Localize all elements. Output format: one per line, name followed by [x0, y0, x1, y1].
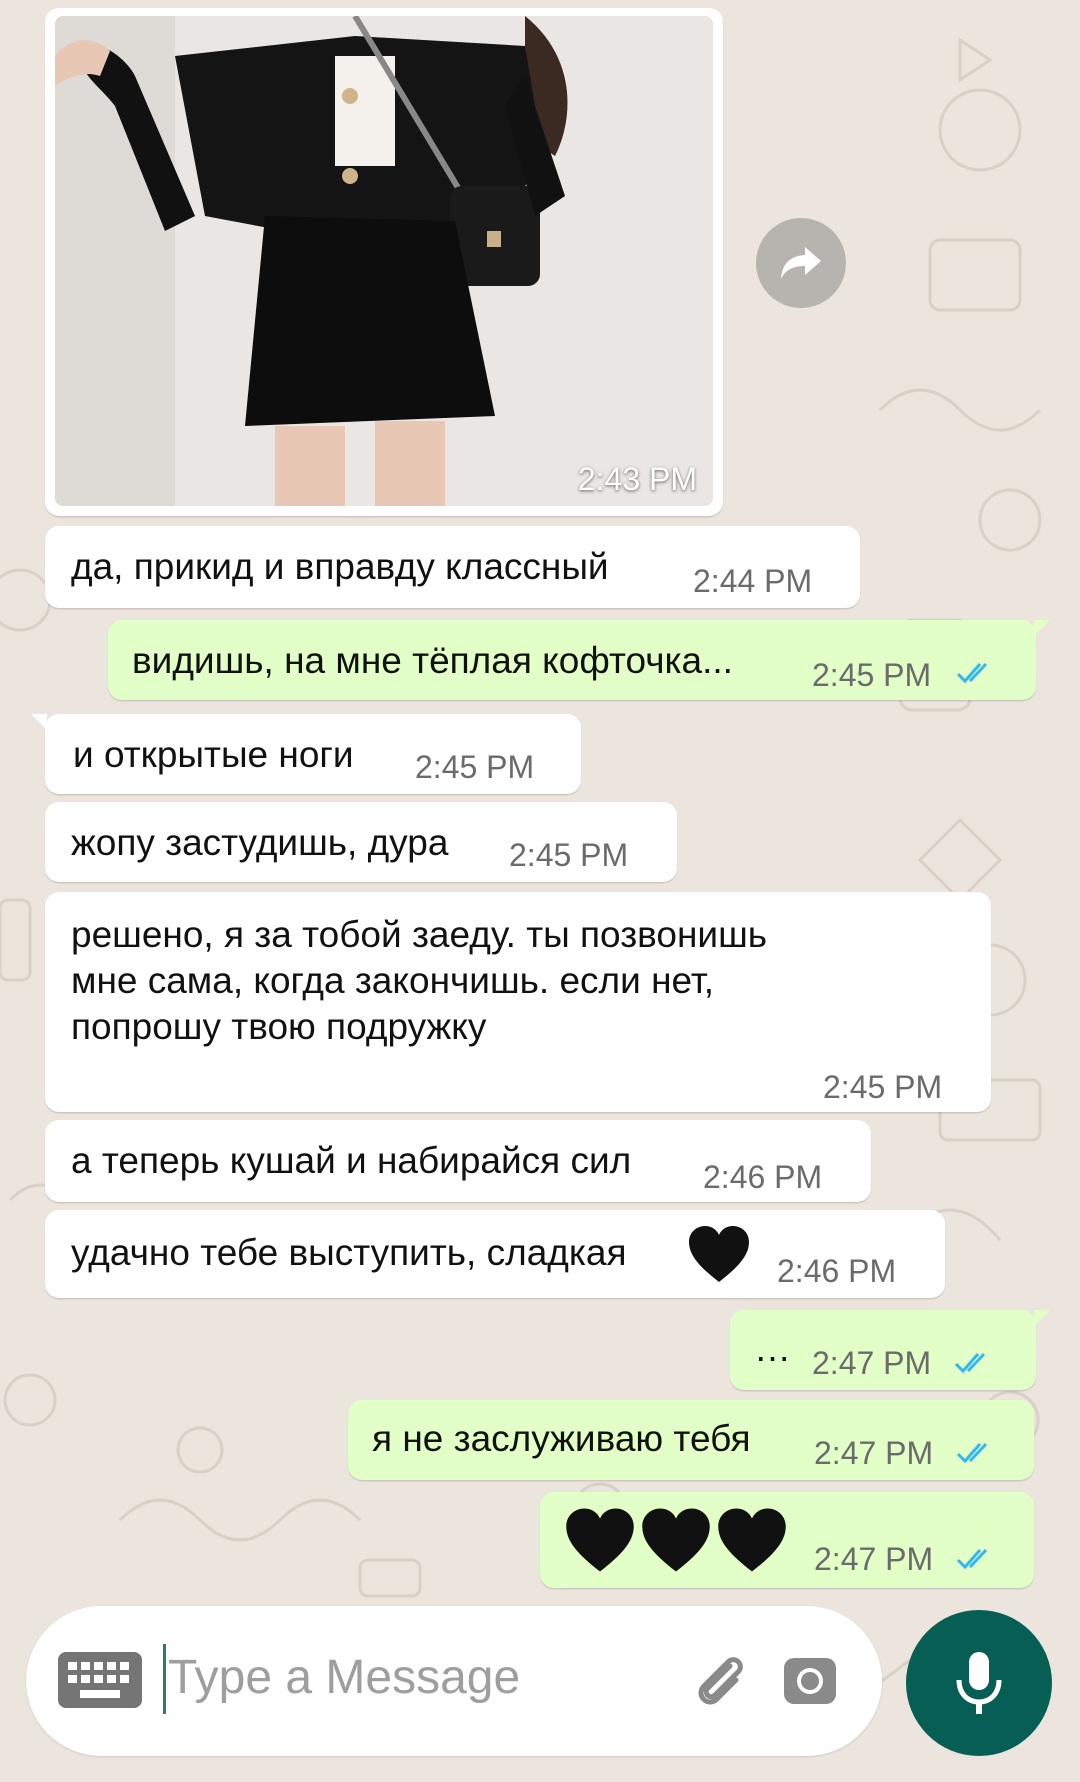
- message-text: и открытые ноги: [73, 734, 354, 775]
- black-hearts-emoji: [564, 1506, 788, 1574]
- incoming-message[interactable]: а теперь кушай и набирайся сил 2:46 PM: [45, 1120, 871, 1202]
- message-text: видишь, на мне тёплая кофточка...: [132, 640, 733, 681]
- message-input[interactable]: Type a Message: [168, 1650, 520, 1705]
- black-heart-emoji: [689, 1226, 749, 1282]
- incoming-message[interactable]: решено, я за тобой заеду. ты позвонишь м…: [45, 892, 991, 1112]
- chat-conversation: 2:43 PM да, прикид и вправду классный 2:…: [0, 0, 1080, 1782]
- keyboard-icon[interactable]: [56, 1650, 144, 1710]
- read-receipt-icon: [956, 1442, 988, 1464]
- message-time: 2:44 PM: [693, 563, 813, 599]
- message-time: 2:45 PM: [415, 749, 535, 785]
- read-receipt-icon: [956, 1548, 988, 1570]
- message-text: жопу застудишь, дура: [71, 822, 449, 863]
- microphone-icon: [956, 1652, 1002, 1714]
- message-time: 2:45 PM: [509, 837, 629, 873]
- text-cursor: [163, 1644, 166, 1714]
- message-time: 2:46 PM: [777, 1253, 897, 1289]
- message-time: 2:45 PM: [812, 657, 932, 693]
- outgoing-message[interactable]: видишь, на мне тёплая кофточка... 2:45 P…: [108, 620, 1050, 700]
- photo-message-bubble[interactable]: 2:43 PM: [45, 8, 723, 516]
- incoming-message[interactable]: и открытые ноги 2:45 PM: [31, 714, 581, 794]
- message-time: 2:47 PM: [814, 1541, 934, 1577]
- photo-timestamp: 2:43 PM: [577, 461, 697, 497]
- message-text: решено, я за тобой заеду. ты позвонишь м…: [71, 914, 768, 1047]
- black-heart-emoji: [642, 1508, 710, 1572]
- read-receipt-icon: [954, 1352, 986, 1374]
- message-text: да, прикид и вправду классный: [71, 546, 609, 587]
- outgoing-message[interactable]: … 2:47 PM: [730, 1310, 1050, 1390]
- incoming-message[interactable]: жопу застудишь, дура 2:45 PM: [45, 802, 677, 882]
- outgoing-message[interactable]: я не заслуживаю тебя 2:47 PM: [348, 1400, 1034, 1480]
- message-text: я не заслуживаю тебя: [372, 1418, 751, 1459]
- message-time: 2:47 PM: [812, 1345, 932, 1381]
- message-composer[interactable]: Type a Message: [26, 1606, 882, 1756]
- read-receipt-icon: [956, 662, 988, 684]
- outfit-photo[interactable]: 2:43 PM: [55, 16, 713, 506]
- message-text: а теперь кушай и набирайся сил: [71, 1140, 632, 1181]
- camera-icon[interactable]: [782, 1652, 838, 1706]
- message-time: 2:46 PM: [703, 1159, 823, 1195]
- incoming-message[interactable]: удачно тебе выступить, сладкая 2:46 PM: [45, 1210, 945, 1298]
- message-time: 2:45 PM: [823, 1069, 943, 1105]
- black-heart-emoji: [566, 1508, 634, 1572]
- incoming-message[interactable]: да, прикид и вправду классный 2:44 PM: [45, 526, 860, 608]
- message-text: …: [754, 1328, 791, 1369]
- message-time: 2:47 PM: [814, 1435, 934, 1471]
- outgoing-message[interactable]: 2:47 PM: [540, 1492, 1034, 1588]
- voice-record-button[interactable]: [906, 1610, 1052, 1756]
- black-heart-emoji: [718, 1508, 786, 1572]
- paperclip-icon[interactable]: [690, 1650, 750, 1710]
- forward-button[interactable]: [756, 218, 846, 308]
- message-text: удачно тебе выступить, сладкая: [71, 1232, 627, 1273]
- forward-arrow-icon: [781, 247, 821, 279]
